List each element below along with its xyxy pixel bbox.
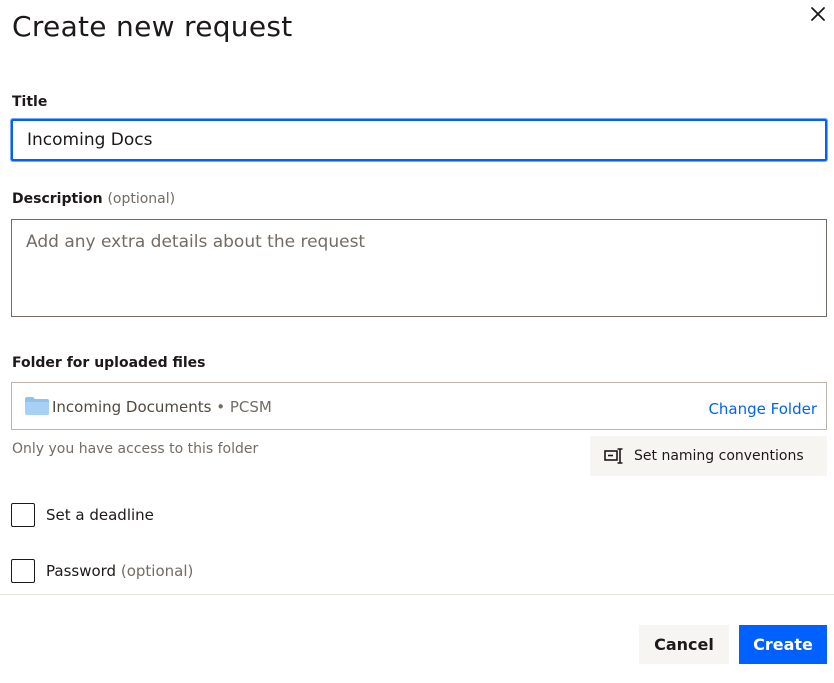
- description-optional-text: (optional): [107, 191, 176, 207]
- title-input[interactable]: [11, 119, 827, 161]
- password-row: Password (optional): [11, 559, 193, 583]
- folder-selector: Incoming Documents • PCSM Change Folder: [11, 382, 827, 430]
- folder-path: Incoming Documents • PCSM: [52, 398, 272, 416]
- close-icon[interactable]: [806, 2, 830, 26]
- folder-separator: •: [211, 398, 230, 416]
- title-label: Title: [12, 94, 48, 110]
- password-label-text: Password: [46, 562, 117, 580]
- folder-label: Folder for uploaded files: [12, 355, 206, 371]
- change-folder-link[interactable]: Change Folder: [708, 400, 817, 418]
- deadline-label[interactable]: Set a deadline: [46, 506, 154, 524]
- create-button[interactable]: Create: [739, 625, 827, 664]
- password-optional-text: (optional): [120, 562, 194, 580]
- cancel-button[interactable]: Cancel: [639, 625, 729, 664]
- deadline-row: Set a deadline: [11, 503, 154, 527]
- description-label: Description (optional): [12, 191, 175, 207]
- footer-divider: [0, 594, 834, 595]
- set-naming-conventions-label: Set naming conventions: [634, 448, 804, 464]
- folder-name: Incoming Documents: [52, 398, 212, 416]
- folder-icon: [25, 397, 49, 415]
- deadline-checkbox[interactable]: [11, 503, 35, 527]
- description-input[interactable]: [11, 219, 827, 317]
- set-naming-conventions-button[interactable]: Set naming conventions: [590, 436, 827, 476]
- naming-conventions-icon: [604, 448, 623, 464]
- folder-owner: PCSM: [229, 398, 272, 416]
- description-label-text: Description: [12, 191, 103, 207]
- folder-access-hint: Only you have access to this folder: [12, 441, 259, 457]
- dialog-title: Create new request: [12, 10, 293, 43]
- password-checkbox[interactable]: [11, 559, 35, 583]
- close-button[interactable]: [806, 2, 830, 26]
- password-label[interactable]: Password (optional): [46, 562, 193, 580]
